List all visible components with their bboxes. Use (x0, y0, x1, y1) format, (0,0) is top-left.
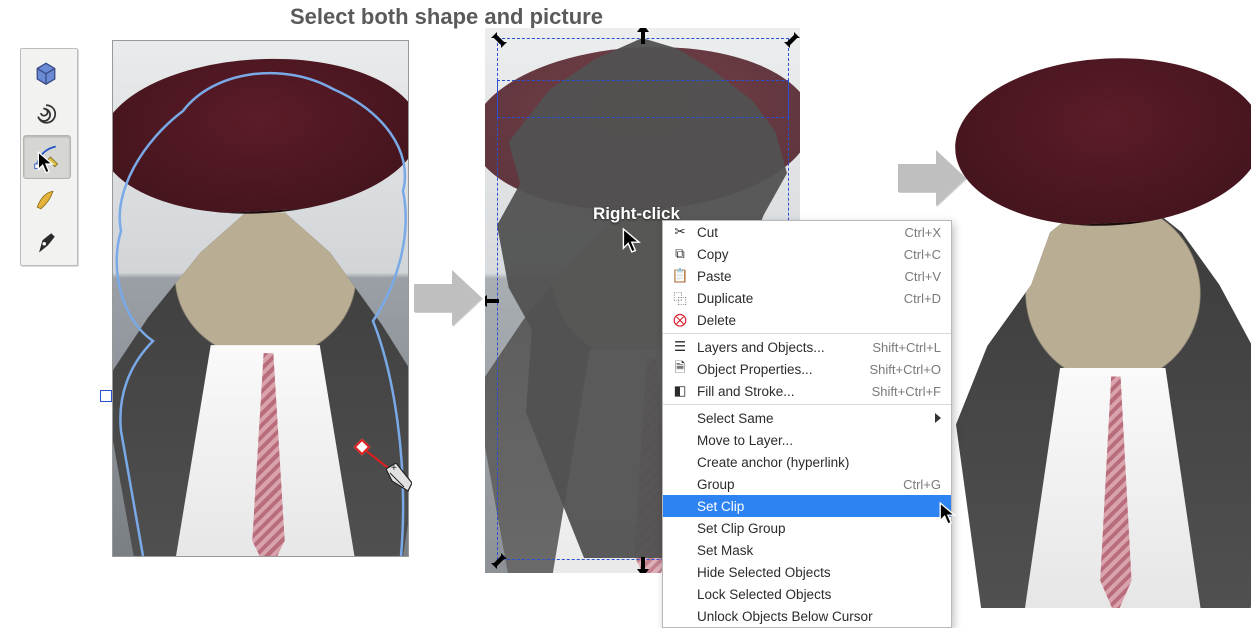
cursor-icon (36, 150, 58, 176)
context-menu-item-label: Paste (697, 269, 905, 284)
node-handle[interactable] (100, 390, 112, 402)
context-menu-item-unlock-objects-below-cursor[interactable]: Unlock Objects Below Cursor (663, 605, 951, 627)
pen-nib-icon: + (386, 463, 412, 493)
context-menu-item-delete[interactable]: ⨂ Delete (663, 309, 951, 331)
calligraphy-tool[interactable] (23, 179, 69, 221)
context-menu-item-cut[interactable]: ✂ CutCtrl+X (663, 221, 951, 243)
context-menu-item-set-clip-group[interactable]: Set Clip Group (663, 517, 951, 539)
selection-inner-box (497, 80, 789, 118)
cursor-icon (621, 226, 645, 256)
context-menu-item-label: Select Same (697, 411, 941, 426)
cursor-icon (938, 500, 960, 528)
properties-icon: 🗎 (671, 358, 689, 381)
context-menu-item-label: Move to Layer... (697, 433, 941, 448)
context-menu-item-label: Duplicate (697, 291, 904, 306)
clipped-figure (956, 171, 1251, 608)
context-menu-item-label: Copy (697, 247, 904, 262)
paste-icon: 📋 (671, 268, 689, 284)
context-menu-item-label: Set Clip Group (697, 521, 941, 536)
context-menu-item-label: Lock Selected Objects (697, 587, 941, 602)
context-menu-item-lock-selected-objects[interactable]: Lock Selected Objects (663, 583, 951, 605)
delete-icon: ⨂ (671, 312, 689, 328)
step-arrow-icon (414, 270, 482, 326)
context-menu-item-label: Fill and Stroke... (697, 384, 872, 399)
context-menu: ✂ CutCtrl+X ⧉ CopyCtrl+C 📋 PasteCtrl+V ⿻ Duplic… (662, 220, 952, 628)
context-menu-item-paste[interactable]: 📋 PasteCtrl+V (663, 265, 951, 287)
duplicate-icon: ⿻ (671, 288, 689, 308)
scale-handle-bottom[interactable] (633, 557, 653, 573)
context-menu-item-shortcut: Ctrl+C (904, 247, 941, 262)
scale-handle-left[interactable] (485, 291, 499, 311)
context-menu-separator (663, 333, 951, 334)
pen-tool[interactable] (23, 221, 69, 263)
scale-handle-top-right[interactable] (782, 30, 800, 50)
context-menu-item-object-properties[interactable]: 🗎 Object Properties...Shift+Ctrl+O (663, 358, 951, 380)
context-menu-item-select-same[interactable]: Select Same (663, 407, 951, 429)
context-menu-item-copy[interactable]: ⧉ CopyCtrl+C (663, 243, 951, 265)
context-menu-item-shortcut: Ctrl+V (905, 269, 941, 284)
context-menu-item-label: Layers and Objects... (697, 340, 872, 355)
context-menu-item-shortcut: Shift+Ctrl+O (869, 362, 941, 377)
context-menu-item-create-anchor-hyperlink[interactable]: Create anchor (hyperlink) (663, 451, 951, 473)
instruction-title: Select both shape and picture (290, 4, 603, 30)
context-menu-item-label: Set Clip (697, 499, 941, 514)
fill-icon: ◧ (671, 383, 689, 399)
context-menu-item-shortcut: Ctrl+D (904, 291, 941, 306)
context-menu-item-shortcut: Ctrl+G (903, 477, 941, 492)
context-menu-item-label: Unlock Objects Below Cursor (697, 609, 941, 624)
mannequin-hat (950, 47, 1251, 237)
step-arrow-icon (898, 150, 966, 206)
submenu-arrow-icon (935, 413, 941, 423)
context-menu-item-label: Group (697, 477, 903, 492)
context-menu-item-hide-selected-objects[interactable]: Hide Selected Objects (663, 561, 951, 583)
context-menu-item-fill-and-stroke[interactable]: ◧ Fill and Stroke...Shift+Ctrl+F (663, 380, 951, 402)
context-menu-separator (663, 404, 951, 405)
3d-box-tool[interactable] (23, 51, 69, 93)
context-menu-item-shortcut: Shift+Ctrl+L (872, 340, 941, 355)
context-menu-item-label: Cut (697, 225, 905, 240)
context-menu-item-label: Create anchor (hyperlink) (697, 455, 941, 470)
context-menu-item-label: Delete (697, 313, 941, 328)
context-menu-item-shortcut: Shift+Ctrl+F (872, 384, 941, 399)
step3-result (966, 38, 1251, 598)
bezier-pen-cursor: + (360, 445, 420, 505)
scale-handle-top[interactable] (633, 28, 653, 44)
cut-icon: ✂ (671, 224, 689, 240)
scale-handle-top-left[interactable] (489, 30, 509, 50)
context-menu-item-group[interactable]: GroupCtrl+G (663, 473, 951, 495)
copy-icon: ⧉ (671, 246, 689, 262)
context-menu-item-set-clip[interactable]: Set Clip (663, 495, 951, 517)
svg-text:+: + (391, 463, 397, 474)
context-menu-item-duplicate[interactable]: ⿻ DuplicateCtrl+D (663, 287, 951, 309)
layers-icon: ☰ (671, 339, 689, 355)
context-menu-item-label: Object Properties... (697, 362, 869, 377)
context-menu-item-shortcut: Ctrl+X (905, 225, 941, 240)
context-menu-item-layers-and-objects[interactable]: ☰ Layers and Objects...Shift+Ctrl+L (663, 336, 951, 358)
spiral-tool[interactable] (23, 93, 69, 135)
context-menu-item-move-to-layer[interactable]: Move to Layer... (663, 429, 951, 451)
scale-handle-bottom-left[interactable] (489, 551, 509, 571)
context-menu-item-label: Hide Selected Objects (697, 565, 941, 580)
context-menu-item-label: Set Mask (697, 543, 941, 558)
context-menu-item-set-mask[interactable]: Set Mask (663, 539, 951, 561)
